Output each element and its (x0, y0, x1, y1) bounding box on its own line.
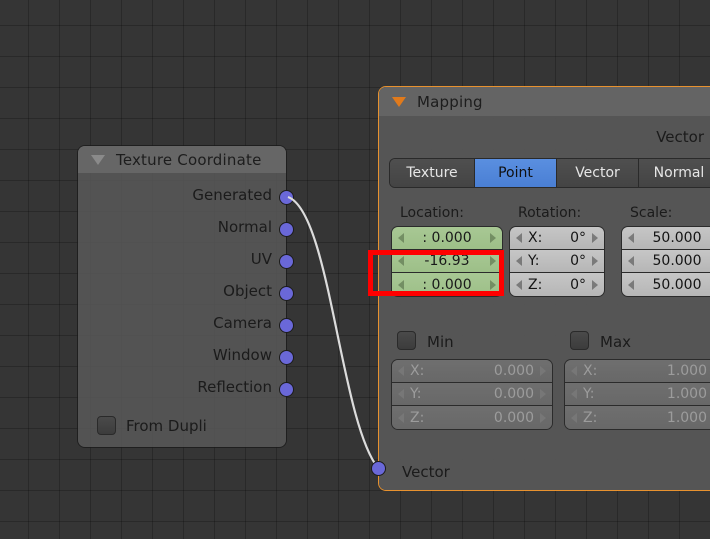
node-link-layer (287, 195, 379, 469)
node-link-generated-to-vector (287, 195, 379, 469)
node-editor-canvas[interactable]: Texture Coordinate Generated Normal UV O… (0, 0, 710, 539)
highlight-annotation-rectangle (368, 250, 504, 296)
input-socket-vector[interactable] (371, 461, 386, 476)
